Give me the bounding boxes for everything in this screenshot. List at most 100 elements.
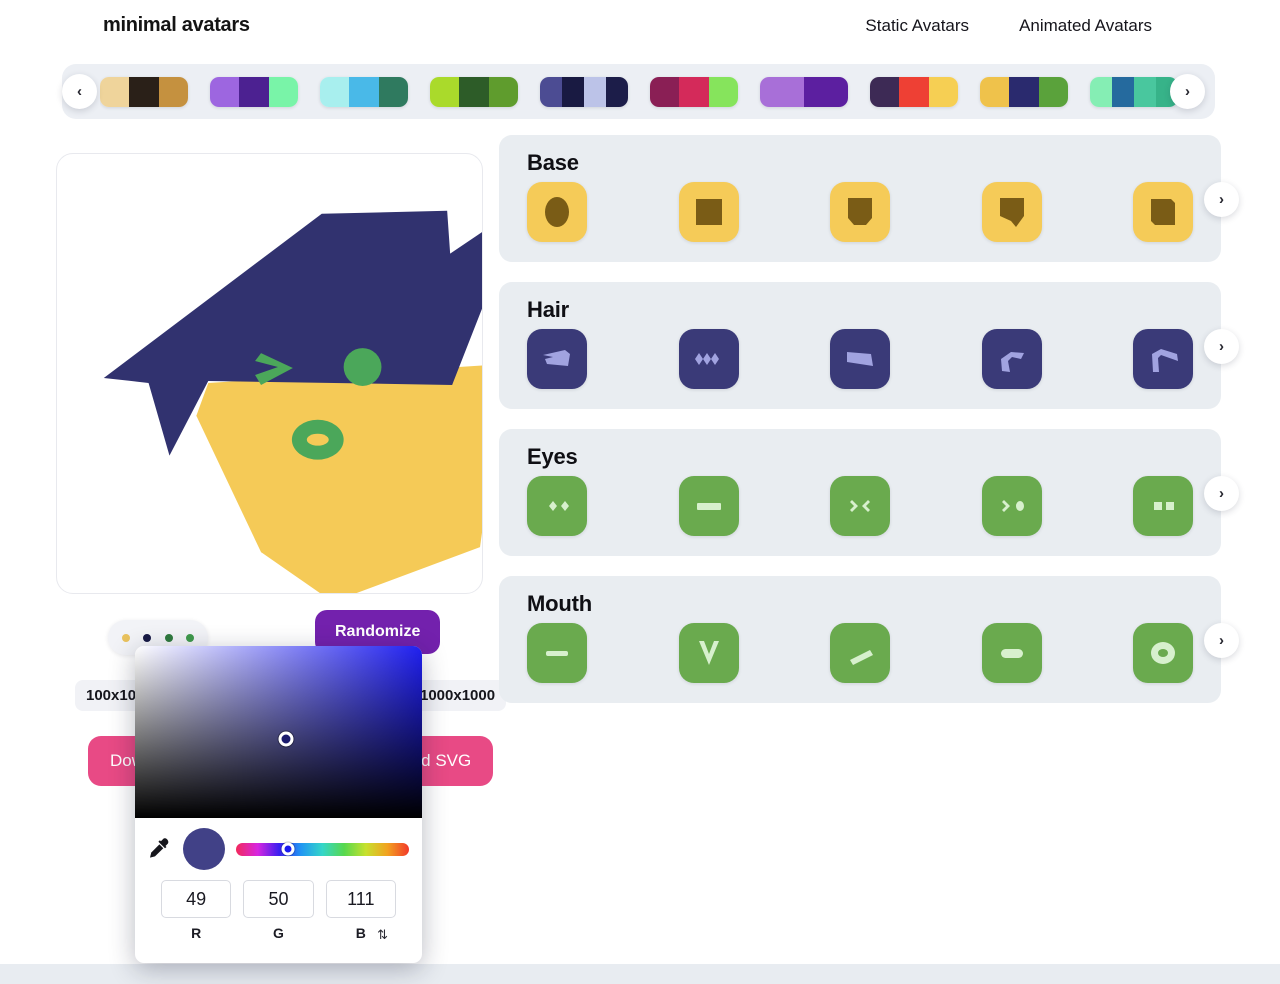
option-sections: Base › Hair › Eyes › Mouth › [499,135,1239,723]
mouth-option-vee[interactable] [678,623,739,683]
hair-option-curl[interactable] [981,329,1042,389]
size-option-1000[interactable]: 1000x1000 [409,680,507,711]
base-option-shield[interactable] [830,182,890,242]
palette-color-band [804,76,848,107]
eyes-option-diamonds[interactable] [527,476,587,536]
palette-swatch[interactable] [540,76,628,107]
palette-color-band [430,76,460,107]
palette-color-band [459,76,489,107]
palette-color-band [268,76,298,107]
base-option-square[interactable] [678,182,739,242]
section-title: Eyes [527,444,578,469]
color-picker-popup[interactable]: R G B ⇅ [135,646,422,963]
avatar-base-shape [196,365,482,593]
palette-color-band [320,76,350,107]
red-input[interactable] [161,880,232,918]
green-input[interactable] [243,880,314,918]
section-next-button[interactable]: › [1204,181,1239,217]
section-title: Hair [527,297,569,322]
palette-swatch[interactable] [320,76,408,107]
section-base: Base › [499,135,1239,262]
color-mode-toggle-icon[interactable]: ⇅ [377,928,388,941]
saturation-value-handle[interactable] [278,731,294,747]
palette-swatch[interactable] [760,76,848,107]
eyedropper-icon[interactable] [148,836,172,862]
palette-color-band [870,76,900,107]
palette-color-band [899,76,929,107]
mouth-option-pill[interactable] [981,623,1042,683]
page-title: minimal avatars [103,14,250,36]
avatar-preview [103,210,482,593]
hair-option-side[interactable] [1133,329,1193,389]
palette-swatch[interactable] [1090,76,1177,107]
palette-color-band [606,76,628,107]
palette-swatch[interactable] [210,76,298,107]
eyes-option-squares[interactable] [1133,476,1193,536]
eyes-option-arrows-in[interactable] [830,476,890,536]
nav-link-static-avatars[interactable]: Static Avatars [865,16,969,36]
palette-swatch[interactable] [980,76,1068,107]
saturation-value-area[interactable] [135,646,422,818]
palette-color-band [1112,76,1134,107]
palette-color-band [760,76,804,107]
section-next-button[interactable]: › [1204,328,1239,364]
avatar-preview-card [56,153,483,594]
palette-color-band [650,76,680,107]
mouth-option-dash[interactable] [527,623,587,683]
base-option-notched[interactable] [1133,182,1193,242]
palette-color-band [980,76,1010,107]
color-dot[interactable] [164,633,173,642]
palette-color-band [100,76,130,107]
palette-color-band [129,76,159,107]
hue-slider[interactable] [236,842,409,856]
palette-swatch[interactable] [650,76,738,107]
nav-link-animated-avatars[interactable]: Animated Avatars [1019,16,1152,36]
palette-next-button[interactable]: › [1170,74,1205,109]
current-color-swatch[interactable] [183,828,225,870]
palette-color-band [562,76,584,107]
palette-swatch[interactable] [430,76,518,107]
green-channel: G [243,880,314,941]
palette-color-band [378,76,408,107]
eyes-option-arrow-dot[interactable] [981,476,1042,536]
hair-option-swoop[interactable] [527,329,587,389]
color-dot[interactable] [186,633,195,642]
palette-color-band [708,76,738,107]
palette-color-band [239,76,269,107]
section-title: Mouth [527,591,592,616]
hair-option-wedge[interactable] [830,329,890,389]
palette-color-band [679,76,709,107]
color-dot[interactable] [143,633,152,642]
palette-carousel [62,64,1215,119]
palette-color-band [488,76,518,107]
main-nav: Static Avatars Animated Avatars [865,16,1152,36]
footer-band [0,964,1280,984]
section-title: Base [527,150,579,175]
section-mouth: Mouth › [499,576,1239,703]
mouth-option-ring[interactable] [1133,623,1193,683]
hue-slider-handle[interactable] [281,842,295,856]
mouth-option-slant[interactable] [830,623,890,683]
section-next-button[interactable]: › [1204,622,1239,658]
eyes-option-bar[interactable] [678,476,739,536]
color-picker-toolbar [135,818,422,876]
palette-color-band [1038,76,1068,107]
section-hair: Hair › [499,282,1239,409]
palette-prev-button[interactable]: ‹ [62,74,97,109]
blue-input[interactable] [325,880,396,918]
color-dot[interactable] [121,633,130,642]
avatar-eye-right [343,348,382,386]
red-label: R [191,925,202,941]
palette-swatch[interactable] [870,76,958,107]
palette-carousel-track[interactable] [100,64,1177,119]
palette-color-band [1134,76,1156,107]
section-next-button[interactable]: › [1204,475,1239,511]
palette-color-band [928,76,958,107]
base-option-oval[interactable] [527,182,587,242]
palette-color-band [1009,76,1039,107]
palette-color-band [210,76,240,107]
option-tile-row [499,476,1221,536]
base-option-pentagon[interactable] [981,182,1042,242]
palette-swatch[interactable] [100,76,188,107]
hair-option-zigzag[interactable] [678,329,739,389]
